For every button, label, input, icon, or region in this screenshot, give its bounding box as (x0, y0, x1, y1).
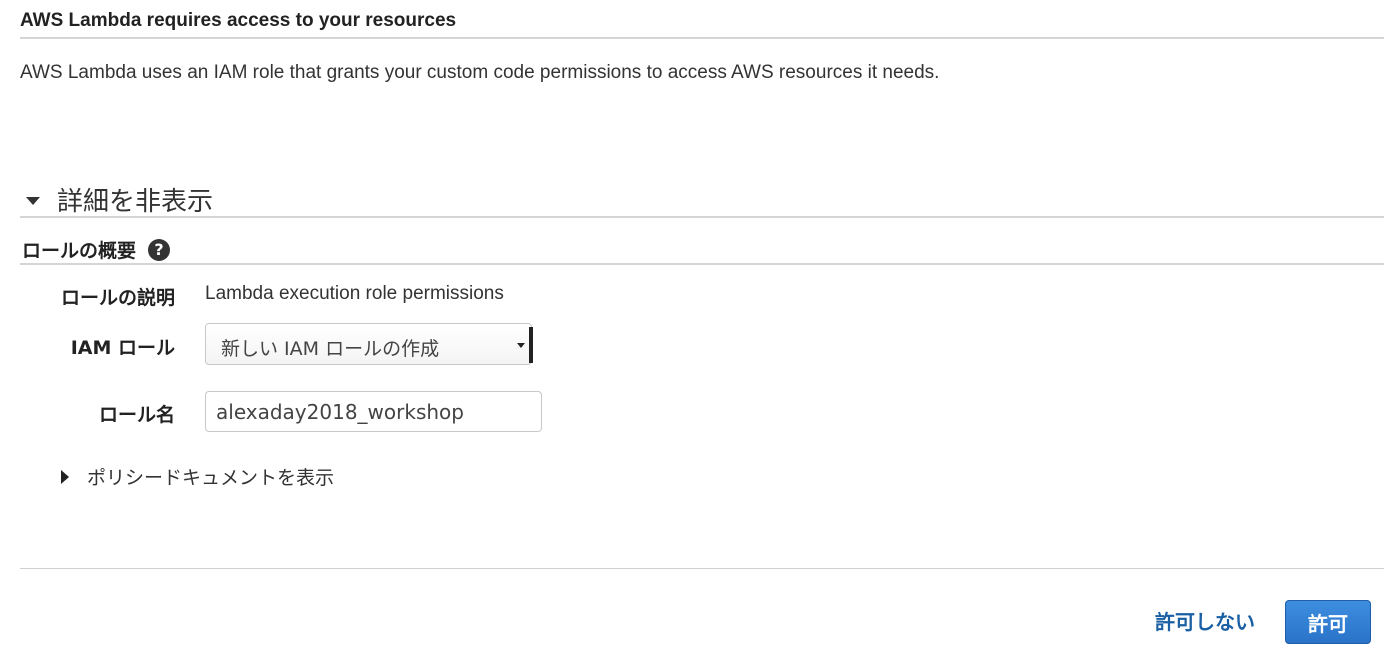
select-scrollbar (529, 327, 533, 363)
role-name-input[interactable] (205, 391, 542, 432)
header-divider (20, 37, 1384, 39)
chevron-down-icon (517, 343, 525, 348)
deny-button[interactable]: 許可しない (1155, 606, 1255, 635)
show-policy-document-toggle[interactable]: ポリシードキュメントを表示 (61, 463, 334, 490)
details-divider (20, 216, 1384, 218)
page-title: AWS Lambda requires access to your resou… (20, 10, 457, 31)
triangle-down-icon (26, 196, 40, 205)
role-name-label: ロール名 (98, 404, 175, 426)
role-description-value: Lambda execution role permissions (205, 283, 504, 304)
iam-role-select[interactable]: 新しい IAM ロールの作成 (205, 323, 533, 365)
allow-button[interactable]: 許可 (1285, 600, 1371, 644)
hide-details-label: 詳細を非表示 (57, 187, 214, 217)
iam-role-label: IAM ロール (70, 337, 175, 359)
footer-divider (20, 568, 1384, 569)
role-description-label: ロールの説明 (60, 287, 175, 309)
hide-details-toggle[interactable]: 詳細を非表示 (26, 181, 213, 218)
triangle-right-icon (61, 469, 69, 484)
role-summary-title: ロールの概要 (22, 240, 137, 262)
role-summary-heading: ロールの概要 ? (22, 236, 171, 263)
role-summary-divider (20, 263, 1384, 265)
help-icon[interactable]: ? (148, 238, 171, 261)
show-policy-document-label: ポリシードキュメントを表示 (87, 467, 335, 489)
page-description: AWS Lambda uses an IAM role that grants … (20, 62, 940, 83)
iam-permission-page: AWS Lambda requires access to your resou… (0, 0, 1384, 659)
iam-role-selected-value: 新しい IAM ロールの作成 (221, 338, 440, 360)
